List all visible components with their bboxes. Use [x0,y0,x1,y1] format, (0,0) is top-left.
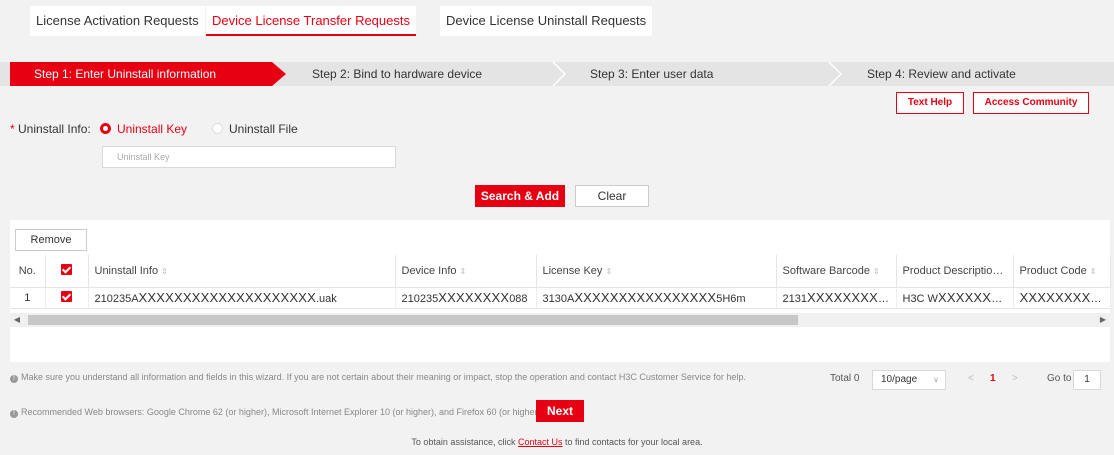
footer-text: to find contacts for your local area. [562,437,703,447]
column-label: License Key [542,264,603,277]
value-masked: XXXXXXXX [438,290,510,305]
step-3: Step 3: Enter user data [590,67,714,81]
page-size-value: 10/page [881,374,918,385]
table-row[interactable]: 1 210235AXXXXXXXXXXXXXXXXXXXX.uak 210235… [10,287,1111,309]
radio-uninstall-file-label: Uninstall File [229,122,298,136]
total-count: Total 0 [830,373,860,384]
text-help-button[interactable]: Text Help [896,92,964,114]
column-header-software-barcode[interactable]: Software Barcode ⇕ [776,255,897,288]
column-label: Uninstall Info [94,264,159,277]
value-part: 2131 [782,293,807,305]
wizard-steps: Step 1: Enter Uninstall information Step… [0,62,1114,86]
horizontal-scrollbar[interactable]: ◀ ▶ [10,313,1110,327]
footer-text: To obtain assistance, click [411,437,518,447]
radio-uninstall-file[interactable]: Uninstall File [212,120,298,138]
scroll-right-icon[interactable]: ▶ [1096,313,1110,327]
value-masked: XXXXXXXX… [1019,290,1104,305]
browser-note-text: Recommended Web browsers: Google Chrome … [21,407,544,417]
cell-software-barcode: 2131XXXXXXXX… [776,287,897,309]
required-mark: * [10,122,15,136]
step-separator-icon [552,62,566,86]
column-label: Software Barcode [782,264,870,277]
uninstall-table-panel: Remove No. Uninstall Info ⇕ Device Info ⇕ … [10,220,1111,362]
value-masked: XXXXXXXX… [806,290,892,305]
contact-us-link[interactable]: Contact Us [518,437,563,447]
assistance-footer: To obtain assistance, click Contact Us t… [0,437,1114,447]
sort-icon[interactable]: ⇕ [873,267,880,276]
prev-page-icon[interactable]: < [968,370,974,388]
uninstall-info-label: * Uninstall Info: [10,120,91,138]
radio-uninstall-key[interactable]: Uninstall Key [100,120,187,138]
access-community-button[interactable]: Access Community [973,92,1089,114]
uninstall-key-input[interactable] [102,146,396,168]
page-size-select[interactable]: 10/page ∨ [872,370,946,390]
row-checkbox[interactable] [61,291,72,302]
column-header-license-key[interactable]: License Key ⇕ [536,255,777,288]
search-add-button[interactable]: Search & Add [475,185,565,207]
next-page-icon[interactable]: > [1012,370,1018,388]
radio-selected-icon[interactable] [100,123,111,134]
tab-device-license-uninstall-requests[interactable]: Device License Uninstall Requests [440,6,653,36]
cell-device-info: 210235XXXXXXXX088 [395,287,537,309]
radio-uninstall-key-label: Uninstall Key [117,122,188,136]
table-header-row: No. Uninstall Info ⇕ Device Info ⇕ License… [10,255,1111,288]
column-header-product-description[interactable]: Product Description ⇕ [896,255,1014,288]
step-2: Step 2: Bind to hardware device [312,67,483,81]
tab-device-license-transfer-requests[interactable]: Device License Transfer Requests [206,6,416,36]
value-part: 210235 [401,293,439,305]
value-part: 210235A [94,293,139,305]
cell-license-key: 3130AXXXXXXXXXXXXXXXX5H6m [536,287,777,309]
value-part: .uak [315,293,337,305]
goto-page-input[interactable]: 1 [1073,370,1101,390]
uninstall-info-text: Uninstall Info: [18,122,91,136]
column-header-no: No. [10,255,46,288]
select-all-checkbox[interactable] [61,264,72,276]
scrollbar-thumb[interactable] [28,315,798,325]
column-label: Product Code [1019,264,1087,277]
sort-icon[interactable]: ⇕ [161,267,168,276]
browser-note: ! Recommended Web browsers: Google Chrome… [10,406,910,418]
column-header-select[interactable] [45,255,89,288]
wizard-note-text: Make sure you understand all information… [21,372,746,382]
cell-select[interactable] [45,287,89,309]
request-tabs: License Activation Requests Device Licen… [0,0,1114,48]
sort-icon[interactable]: ⇕ [460,267,467,276]
step-4: Step 4: Review and activate [867,67,1016,81]
cell-product-code: XXXXXXXX… [1013,287,1111,309]
step-separator-icon [828,62,842,86]
cell-no: 1 [10,287,46,309]
radio-unselected-icon[interactable] [212,123,223,134]
cell-product-description: H3C WXXXXXXXXX… [896,287,1014,309]
column-header-uninstall-info[interactable]: Uninstall Info ⇕ [88,255,396,288]
clear-button[interactable]: Clear [575,185,649,207]
next-button[interactable]: Next [536,400,584,422]
column-label: Device Info [401,264,457,277]
chevron-down-icon: ∨ [933,375,939,384]
value-part: 088 [509,293,528,305]
value-masked: XXXXXXXXX… [937,290,1012,305]
sort-icon[interactable]: ⇕ [1090,267,1097,276]
step-1: Step 1: Enter Uninstall information [10,62,286,86]
column-header-product-code[interactable]: Product Code ⇕ [1013,255,1111,288]
tab-license-activation-requests[interactable]: License Activation Requests [30,6,205,36]
info-icon: ! [10,375,18,383]
column-label: Product Description [902,264,999,277]
value-masked: XXXXXXXXXXXXXXXXXXXX [138,290,316,305]
current-page[interactable]: 1 [990,370,996,388]
value-part: 5H6m [716,293,746,305]
value-part: 3130A [542,293,575,305]
cell-uninstall-info: 210235AXXXXXXXXXXXXXXXXXXXX.uak [88,287,396,309]
sort-icon[interactable]: ⇕ [605,267,612,276]
info-icon: ! [10,410,18,418]
uninstall-table: No. Uninstall Info ⇕ Device Info ⇕ License… [10,255,1111,309]
remove-button[interactable]: Remove [15,229,87,251]
value-masked: XXXXXXXXXXXXXXXX [574,290,717,305]
goto-label: Go to [1047,373,1072,384]
wizard-note: ! Make sure you understand all informatio… [10,371,825,383]
value-part: H3C W [902,293,938,305]
scroll-left-icon[interactable]: ◀ [10,313,24,327]
column-header-device-info[interactable]: Device Info ⇕ [395,255,537,288]
